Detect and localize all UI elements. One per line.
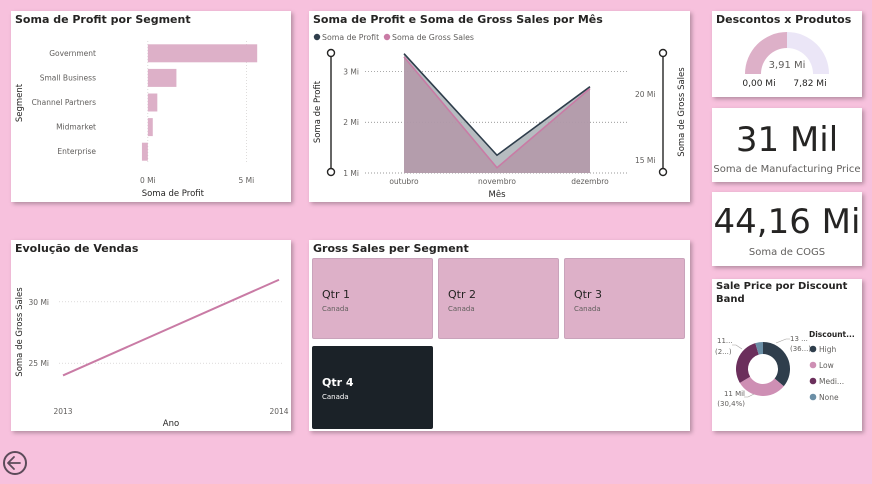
x-tick-label: dezembro — [571, 177, 609, 186]
x-tick-label: 0 Mi — [140, 176, 156, 185]
x-tick-label: 5 Mi — [238, 176, 254, 185]
sales-evolution-chart[interactable]: 25 Mi 30 Mi 2013 2014 Ano Soma de Gross Sales — [11, 240, 291, 431]
legend-marker — [809, 377, 817, 385]
discount-gauge-card[interactable]: Descontos x Produtos 3,91 Mi 0,00 Mi 7,82 … — [712, 11, 862, 97]
leader-line — [732, 344, 743, 350]
tile-qtr-3[interactable]: Qtr 3 Canada — [564, 258, 685, 339]
legend-marker — [809, 345, 817, 353]
leader-line — [744, 393, 755, 398]
slider-handle — [658, 48, 668, 58]
category-label: Government — [49, 49, 96, 58]
gross-sales-per-segment-card[interactable]: Gross Sales per Segment Qtr 1 Canada Qtr… — [309, 240, 690, 431]
gauge-value: 3,91 Mi — [769, 60, 806, 71]
legend-label: None — [819, 393, 839, 402]
profit-gross-sales-chart[interactable]: 1 Mi 2 Mi 3 Mi 15 Mi 20 Mi outubro novembro dez… — [309, 11, 690, 202]
data-label: (36...) — [790, 345, 811, 353]
y-tick-label: 3 Mi — [343, 67, 359, 76]
slider-handle — [658, 167, 668, 177]
tile-qtr-2[interactable]: Qtr 2 Canada — [438, 258, 559, 339]
category-label: Midmarket — [56, 123, 96, 132]
legend-label: Soma de Profit — [322, 33, 379, 42]
tile-qtr-4[interactable]: Qtr 4 Canada — [312, 346, 433, 429]
data-label: (30,4%) — [717, 400, 745, 408]
category-label: Enterprise — [57, 147, 96, 156]
x-axis-title: Ano — [163, 419, 179, 429]
tile-label: Qtr 2 — [448, 288, 476, 301]
tile-sublabel: Canada — [322, 393, 349, 401]
y2-tick-label: 20 Mi — [635, 90, 655, 99]
y-axis-title: Segment — [15, 83, 25, 122]
card-title: Gross Sales per Segment — [313, 242, 469, 255]
data-label: 11 Mil — [724, 390, 745, 398]
category-label: Channel Partners — [32, 98, 96, 107]
x-tick-label: novembro — [478, 177, 516, 186]
profit-by-segment-chart[interactable]: 0 Mi 5 Mi Government Small Business Channel … — [11, 11, 291, 202]
x-tick-label: outubro — [389, 177, 419, 186]
legend-marker — [809, 361, 817, 369]
legend-marker — [383, 33, 391, 41]
y2-tick-label: 15 Mi — [635, 156, 655, 165]
legend-marker — [313, 33, 321, 41]
x-tick-label: 2013 — [53, 407, 72, 416]
manufacturing-price-kpi-card[interactable]: 31 Mil Soma de Manufacturing Price — [712, 108, 862, 182]
y-axis-title: Soma de Profit — [313, 80, 323, 143]
bar — [147, 68, 177, 87]
discount-band-donut[interactable]: 13 ... (36...) 11 Mil (30,4%) 11... (2...) Dis… — [712, 279, 862, 431]
y-tick-label: 2 Mi — [343, 118, 359, 127]
tile-qtr-1[interactable]: Qtr 1 Canada — [312, 258, 433, 339]
x-tick-label: 2014 — [269, 407, 288, 416]
y-tick-label: 30 Mi — [29, 298, 49, 307]
leader-line — [775, 338, 790, 344]
legend-label: Soma de Gross Sales — [392, 33, 474, 42]
arrow-left-icon — [7, 456, 21, 470]
y2-axis-title: Soma de Gross Sales — [677, 67, 687, 157]
bar — [147, 44, 258, 63]
series-line — [62, 278, 280, 377]
discount-gauge[interactable]: 3,91 Mi 0,00 Mi 7,82 Mi — [712, 11, 862, 97]
profit-gross-sales-by-month-card[interactable]: Soma de Profit e Soma de Gross Sales por… — [309, 11, 690, 202]
bar — [147, 118, 153, 137]
category-label: Small Business — [40, 73, 96, 82]
legend-title: Discount... — [809, 330, 855, 339]
gauge-min: 0,00 Mi — [742, 79, 775, 89]
bar — [147, 93, 158, 112]
tile-sublabel: Canada — [448, 305, 475, 313]
kpi-label: Soma de Manufacturing Price — [713, 164, 861, 175]
y-tick-label: 1 Mi — [343, 169, 359, 178]
y-tick-label: 25 Mi — [29, 359, 49, 368]
tile-label: Qtr 4 — [322, 376, 354, 389]
kpi-label: Soma de COGS — [748, 247, 826, 258]
donut-slice — [763, 342, 790, 387]
bar — [141, 142, 148, 161]
legend-label: High — [819, 345, 836, 354]
tile-sublabel: Canada — [574, 305, 601, 313]
profit-by-segment-card[interactable]: Soma de Profit por Segment 0 Mi 5 Mi Gover… — [11, 11, 291, 202]
back-button[interactable] — [3, 451, 27, 475]
donut-slice — [736, 343, 759, 383]
kpi-value: 44,16 Mi — [713, 202, 861, 242]
legend-label: Low — [819, 361, 834, 370]
gauge-max: 7,82 Mi — [793, 79, 826, 89]
tile-label: Qtr 3 — [574, 288, 602, 301]
slider-handle — [326, 167, 336, 177]
legend-label: Medi... — [819, 377, 844, 386]
sale-price-discount-band-card[interactable]: Sale Price por Discount Band 13 ... (36..… — [712, 279, 862, 431]
data-label: 11... — [717, 337, 733, 345]
slider-handle — [326, 48, 336, 58]
x-axis-title: Soma de Profit — [142, 189, 205, 199]
data-label: 13 ... — [790, 335, 808, 343]
legend-marker — [809, 393, 817, 401]
tile-label: Qtr 1 — [322, 288, 350, 301]
cogs-kpi-card[interactable]: 44,16 Mi Soma de COGS — [712, 192, 862, 266]
kpi-value: 31 Mil — [735, 120, 839, 160]
tile-sublabel: Canada — [322, 305, 349, 313]
sales-evolution-card[interactable]: Evolução de Vendas 25 Mi 30 Mi 2013 2014 Ano… — [11, 240, 291, 431]
y-axis-title: Soma de Gross Sales — [15, 287, 25, 377]
x-axis-title: Mês — [489, 189, 507, 200]
data-label: (2...) — [715, 348, 732, 356]
